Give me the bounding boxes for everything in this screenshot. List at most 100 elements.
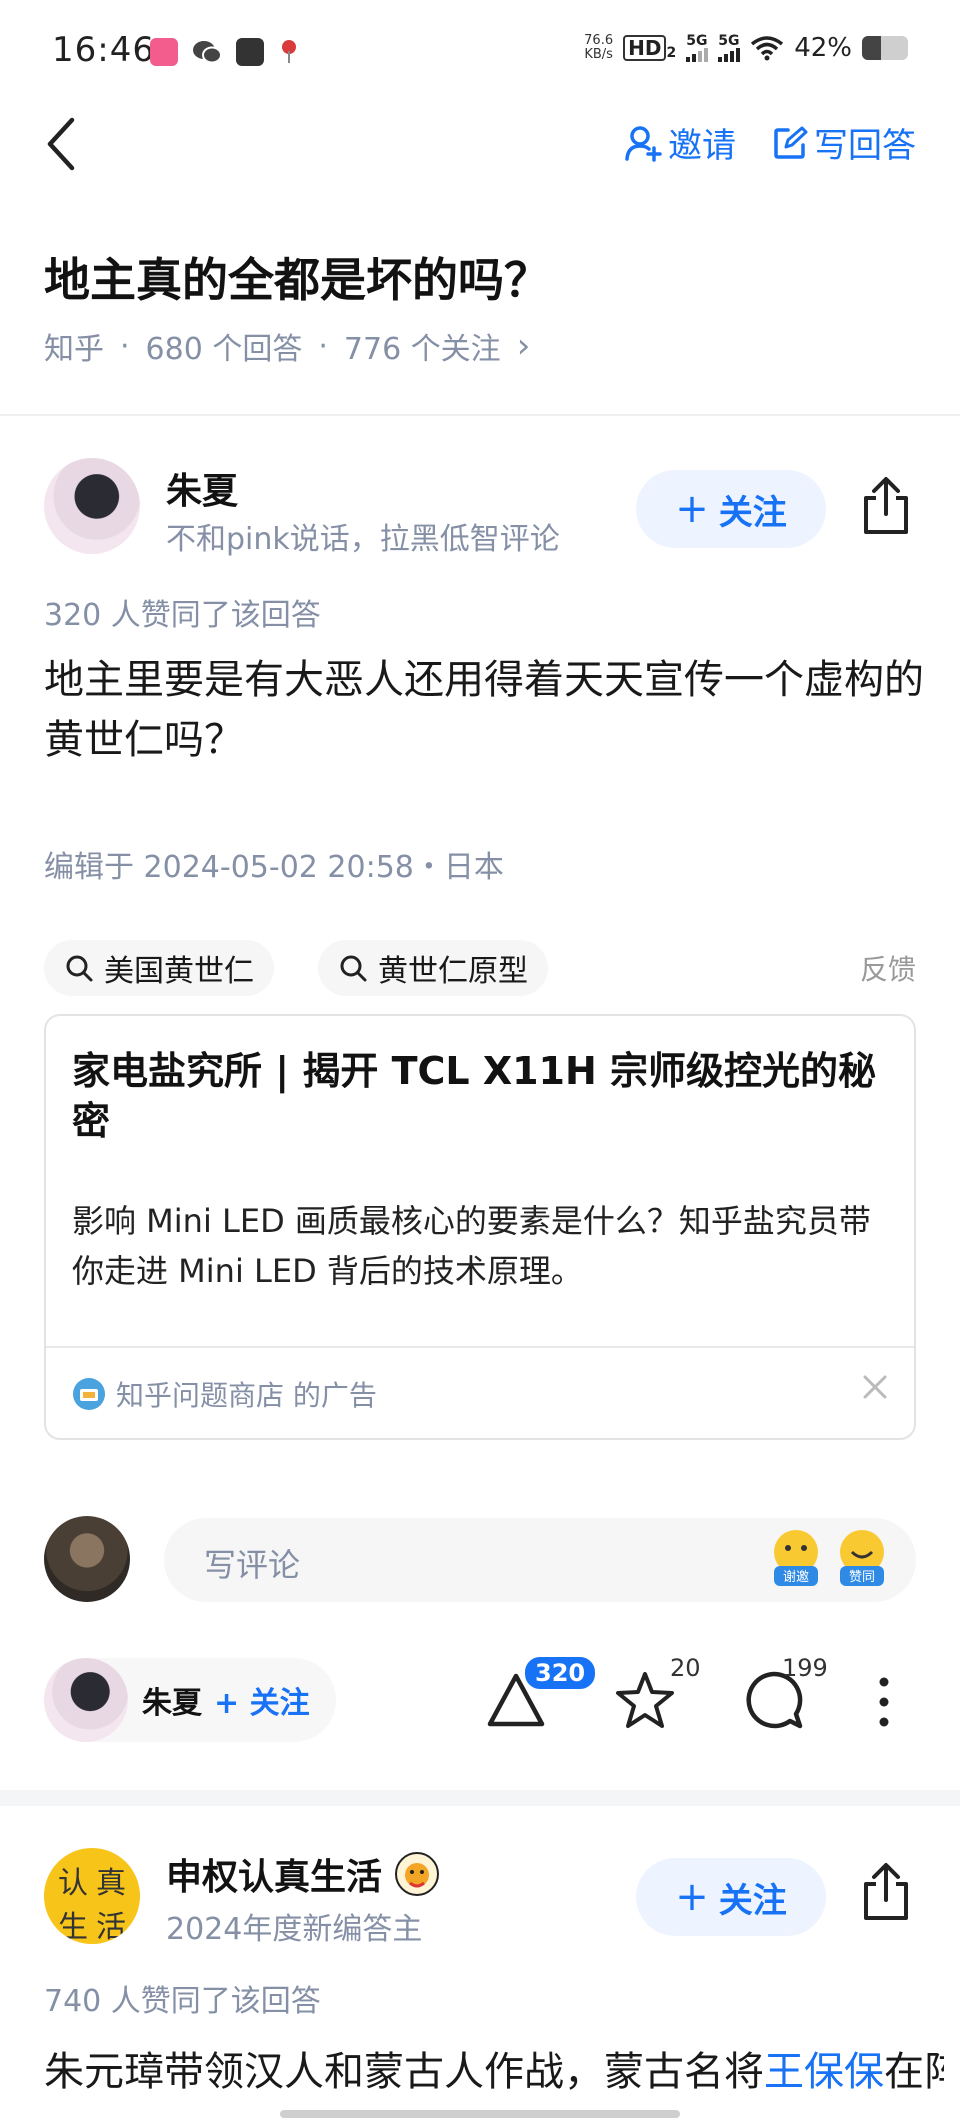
answer-action-bar: 朱夏 + 关注 320 20 199 — [0, 1640, 960, 1760]
wifi-icon — [751, 36, 784, 61]
ad-sponsor: 知乎问题商店 的广告 — [72, 1374, 377, 1414]
close-icon[interactable] — [860, 1372, 890, 1402]
comment-placeholder: 写评论 — [204, 1546, 301, 1584]
follow-button[interactable]: + 关注 — [636, 470, 826, 548]
ad-description: 影响 Mini LED 画质最核心的要素是什么？知乎盐究员带你走进 Mini L… — [72, 1202, 871, 1290]
invite-label: 邀请 — [668, 126, 736, 166]
emoji-label: 谢邀 — [783, 1569, 809, 1585]
share-icon[interactable] — [858, 476, 914, 536]
write-answer-button[interactable]: 写回答 — [772, 118, 916, 167]
avatar-char: 认 — [58, 1866, 88, 1901]
question-meta[interactable]: 知乎 · 680 个回答 · 776 个关注 › — [44, 324, 530, 368]
votes-line: 740 人赞同了该回答 — [44, 1984, 321, 2019]
favorite-button[interactable]: 20 — [612, 1654, 701, 1736]
net-speed: 76.6 KB/s — [584, 34, 613, 62]
share-icon[interactable] — [858, 1862, 914, 1922]
ad-sponsor-label: 知乎问题商店 的广告 — [116, 1379, 377, 1412]
invite-person-icon — [625, 125, 662, 162]
invite-button[interactable]: 邀请 — [624, 118, 736, 167]
avatar[interactable]: 认 真 生 活 — [44, 1848, 140, 1944]
location-pin-icon — [282, 40, 296, 63]
status-notification-icons — [150, 37, 300, 67]
battery-percent: 42% — [794, 33, 852, 63]
question-source: 知乎 — [44, 332, 104, 367]
author-name[interactable]: 朱夏 — [166, 462, 238, 514]
search-icon — [340, 955, 367, 982]
status-system-icons: 76.6 KB/s HD 2 5G 5G 42% — [584, 33, 908, 63]
favorite-count: 20 — [670, 1654, 701, 1682]
follow-button[interactable]: + 关注 — [636, 1858, 826, 1936]
comment-input[interactable]: 写评论 谢邀 赞同 — [164, 1518, 916, 1602]
meta-dot: · — [318, 328, 328, 364]
header-actions: 邀请 写回答 — [624, 118, 916, 167]
answer-inline-link[interactable]: 王保保 — [764, 2049, 884, 2095]
answer-content[interactable]: 地主里要是有大恶人还用得着天天宣传一个虚构的黄世仁吗？ — [44, 650, 924, 770]
battery-fill — [862, 36, 882, 60]
tag-label: 黄世仁原型 — [378, 954, 528, 989]
signal-1-label: 5G — [686, 33, 708, 49]
votes-line: 320 人赞同了该回答 — [44, 598, 321, 633]
divider — [0, 414, 960, 416]
message-app-icon — [236, 38, 264, 66]
bilibili-icon — [150, 38, 178, 66]
hd-label: HD — [623, 35, 667, 61]
plus-icon: + — [675, 486, 709, 532]
signal-2-label: 5G — [718, 33, 740, 49]
upvote-button[interactable]: 320 — [484, 1654, 599, 1736]
feedback-link[interactable]: 反馈 — [860, 948, 916, 988]
plus-icon: + — [675, 1874, 709, 1920]
mini-author-name: 朱夏 — [142, 1686, 202, 1721]
answer-content[interactable]: 朱元璋带领汉人和蒙古人作战，蒙古名将王保保在阵前向朱元璋喊话，说：“我们蒙 — [44, 2040, 944, 2104]
back-icon[interactable] — [40, 112, 84, 176]
author-name: 申权认真生活 — [166, 1857, 383, 1898]
divider — [46, 1346, 914, 1348]
tag-label: 美国黄世仁 — [104, 954, 254, 989]
gesture-bar[interactable] — [280, 2110, 680, 2118]
comment-button[interactable]: 199 — [742, 1654, 828, 1736]
current-user-avatar — [44, 1516, 130, 1602]
section-separator — [0, 1790, 960, 1806]
wechat-icon — [193, 41, 222, 64]
search-tag-chip[interactable]: 美国黄世仁 — [44, 940, 274, 996]
author-name-row[interactable]: 申权认真生活 — [166, 1848, 440, 1900]
avatar-char: 活 — [96, 1910, 126, 1944]
avatar-char: 真 — [96, 1866, 126, 1901]
thanks-emoji-icon[interactable]: 谢邀 — [768, 1528, 824, 1590]
badge-mascot-icon — [395, 1852, 440, 1896]
avatar[interactable] — [44, 458, 140, 554]
star-icon — [616, 1672, 674, 1728]
answer-text-start: 朱元璋带领汉人和蒙古人作战，蒙古名将 — [44, 2049, 764, 2095]
more-vertical-icon[interactable] — [872, 1674, 896, 1730]
hd-sub: 2 — [666, 45, 677, 61]
search-icon — [66, 955, 93, 982]
follow-label: 关注 — [718, 1880, 787, 1921]
question-title[interactable]: 地主真的全都是坏的吗？ — [44, 244, 550, 310]
mini-follow-button[interactable]: + 关注 — [214, 1678, 310, 1722]
agree-emoji-icon[interactable]: 赞同 — [834, 1528, 890, 1590]
search-tag-chip[interactable]: 黄世仁原型 — [318, 940, 548, 996]
follow-label: 关注 — [718, 492, 787, 533]
answers-count: 680 个回答 — [145, 332, 303, 367]
signal-2-icon: 5G — [718, 33, 741, 62]
edit-icon — [774, 126, 808, 159]
emoji-label: 赞同 — [849, 1570, 875, 1585]
ad-title: 家电盐究所 | 揭开 TCL X11H 宗师级控光的秘密 — [72, 1049, 877, 1143]
edit-time: 编辑于 2024-05-02 20:58・日本 — [44, 850, 504, 885]
avatar-char: 生 — [58, 1910, 88, 1944]
mini-author-chip[interactable]: 朱夏 + 关注 — [44, 1658, 336, 1742]
write-answer-label: 写回答 — [814, 126, 916, 166]
signal-1-icon: 5G — [686, 33, 709, 62]
meta-dot: · — [120, 328, 130, 364]
ad-card[interactable]: 家电盐究所 | 揭开 TCL X11H 宗师级控光的秘密 影响 Mini LED… — [44, 1014, 916, 1440]
battery-icon — [862, 36, 908, 60]
answer-text-rest: 在阵前向朱元璋喊话，说：“我们蒙 — [884, 2049, 944, 2095]
comment-count: 199 — [782, 1654, 828, 1682]
followers-count: 776 个关注 — [343, 332, 501, 367]
author-bio: 不和pink说话，拉黑低智评论 — [166, 522, 560, 557]
status-time: 16:46 — [52, 30, 155, 70]
author-bio: 2024年度新编答主 — [166, 1912, 423, 1947]
vote-count-badge: 320 — [522, 1654, 599, 1692]
net-speed-unit: KB/s — [584, 47, 613, 62]
avatar — [44, 1658, 128, 1742]
net-speed-value: 76.6 — [584, 33, 614, 48]
